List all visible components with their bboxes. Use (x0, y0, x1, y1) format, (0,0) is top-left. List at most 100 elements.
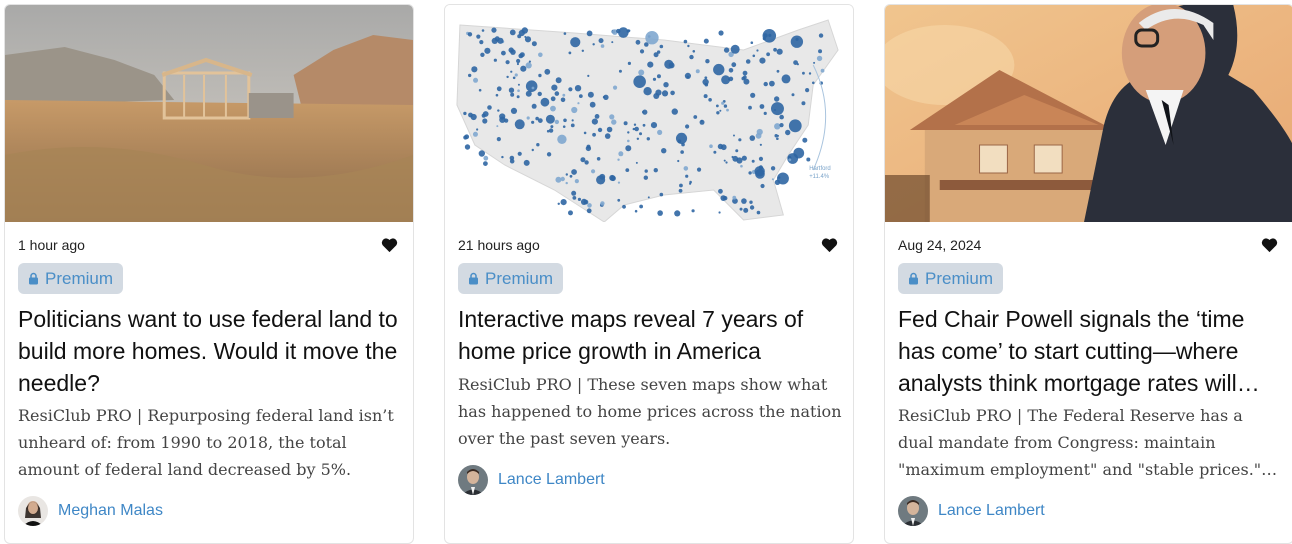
map-dot (627, 139, 630, 143)
map-dot (703, 38, 709, 44)
map-dot (627, 131, 630, 134)
map-dot (523, 159, 530, 166)
map-dot (715, 104, 719, 108)
map-dot (587, 203, 592, 208)
article-title[interactable]: Fed Chair Powell signals the ‘time has c… (898, 303, 1281, 399)
map-dot (600, 44, 605, 48)
map-dot (509, 155, 515, 161)
map-dot (741, 155, 747, 161)
map-dot (506, 75, 509, 79)
map-dot (774, 123, 781, 130)
map-dot (732, 134, 735, 137)
map-dot (518, 53, 524, 59)
map-dot (645, 31, 659, 45)
author[interactable]: Lance Lambert (458, 465, 605, 495)
map-dot (723, 159, 726, 162)
map-dot (540, 97, 550, 107)
timestamp: 1 hour ago (18, 237, 85, 253)
map-dot (725, 161, 728, 164)
map-dot (750, 92, 756, 98)
map-dot (779, 123, 784, 128)
article-image[interactable] (5, 5, 413, 222)
map-dot (738, 138, 742, 142)
map-dot (545, 114, 555, 124)
map-dot (535, 116, 539, 121)
map-dot (580, 198, 588, 205)
article-image[interactable]: Hartford +11.4% (445, 5, 853, 222)
map-dot (704, 82, 709, 87)
author[interactable]: Meghan Malas (18, 496, 163, 526)
map-dot (742, 70, 748, 76)
map-dot (625, 168, 630, 173)
map-dot (611, 119, 617, 125)
article-title[interactable]: Politicians want to use federal land to … (18, 303, 401, 399)
heart-icon[interactable] (1261, 237, 1278, 253)
author-name[interactable]: Lance Lambert (938, 502, 1045, 520)
map-dot (499, 113, 506, 120)
map-dot (585, 145, 592, 152)
map-label-value: +11.4% (809, 174, 830, 180)
heart-icon[interactable] (381, 237, 398, 253)
map-dot (679, 183, 683, 188)
map-dot (467, 73, 472, 78)
map-dot (689, 180, 692, 184)
article-image[interactable] (885, 5, 1292, 222)
map-dot (609, 114, 615, 120)
heart-icon[interactable] (821, 237, 838, 253)
map-dot (512, 76, 516, 80)
map-dot (550, 125, 554, 129)
map-dot (583, 131, 587, 135)
map-dot (606, 126, 613, 133)
map-dot (546, 152, 552, 157)
map-dot (723, 196, 728, 201)
author[interactable]: Lance Lambert (898, 496, 1045, 526)
premium-badge: Premium (898, 263, 1004, 294)
map-dot (732, 195, 737, 200)
map-dot (661, 90, 669, 97)
map-dot (748, 171, 752, 175)
map-dot (633, 123, 637, 126)
map-dot (508, 87, 515, 93)
map-dot (578, 94, 583, 98)
map-dot (586, 208, 592, 214)
article-card[interactable]: 1 hour ago Premium Politicians want to u… (4, 4, 414, 544)
author-name[interactable]: Lance Lambert (498, 471, 605, 489)
map-dot (590, 169, 596, 174)
map-dot (551, 84, 558, 91)
map-dot (766, 52, 771, 57)
map-dot (805, 88, 810, 93)
map-dot (565, 173, 568, 176)
map-dot (618, 69, 622, 73)
map-dot (812, 81, 815, 85)
map-dot (639, 49, 645, 54)
map-dot (635, 161, 638, 164)
article-card[interactable]: Aug 24, 2024 Premium Fed Chair Powell si… (884, 4, 1292, 544)
map-dot (745, 59, 751, 64)
map-dot (735, 149, 739, 153)
map-dot (626, 29, 630, 33)
article-title[interactable]: Interactive maps reveal 7 years of home … (458, 303, 841, 367)
map-dot (763, 81, 768, 87)
map-dot (491, 27, 497, 33)
map-dot (514, 119, 525, 130)
map-dot (787, 153, 799, 164)
map-dot (756, 210, 761, 215)
map-dot (612, 85, 618, 90)
map-dot (555, 176, 562, 183)
map-dot (790, 35, 804, 48)
badge-label: Premium (925, 268, 994, 288)
map-dot (713, 63, 725, 76)
map-dot (693, 115, 698, 119)
article-card[interactable]: Hartford +11.4% 21 hours ago Premium Int… (444, 4, 854, 544)
map-dot (677, 159, 680, 163)
map-dot (685, 124, 690, 129)
map-dot (497, 109, 500, 112)
map-dot (517, 151, 522, 156)
map-dot (550, 96, 556, 102)
map-dot (758, 156, 764, 161)
author-name[interactable]: Meghan Malas (58, 502, 163, 520)
avatar (18, 496, 48, 526)
map-dot (495, 93, 499, 97)
map-dot (703, 94, 708, 99)
map-dot (647, 196, 650, 199)
